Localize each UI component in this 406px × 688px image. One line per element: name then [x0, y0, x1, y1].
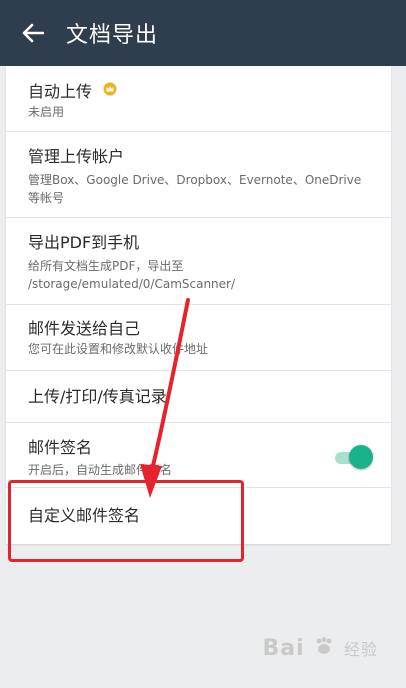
setting-subtitle: 未启用 — [28, 105, 65, 119]
setting-auto-upload[interactable]: 自动上传 未启用 — [6, 66, 391, 132]
setting-subtitle-line2: /storage/emulated/0/CamScanner/ — [28, 277, 236, 291]
setting-title: 自定义邮件签名 — [28, 506, 141, 525]
paw-icon — [305, 636, 344, 661]
setting-upload-print-fax-log[interactable]: 上传/打印/传真记录 — [6, 371, 391, 423]
settings-list: 自动上传 未启用 管理上传帐户 管理Box、Google Drive、Dropb… — [6, 66, 391, 544]
setting-manage-accounts[interactable]: 管理上传帐户 管理Box、Google Drive、Dropbox、Everno… — [6, 132, 391, 218]
email-signature-toggle[interactable] — [335, 445, 373, 469]
watermark: Bai 经验 — [262, 636, 378, 661]
setting-title: 上传/打印/传真记录 — [28, 387, 167, 406]
crown-icon — [103, 80, 117, 102]
back-button[interactable] — [0, 0, 66, 66]
setting-title: 自动上传 — [28, 82, 93, 101]
setting-custom-email-signature[interactable]: 自定义邮件签名 — [6, 488, 391, 544]
setting-title: 邮件发送给自己 — [28, 319, 141, 338]
setting-subtitle: 您可在此设置和修改默认收件地址 — [28, 342, 209, 356]
setting-subtitle-line1: 给所有文档生成PDF，导出至 — [28, 259, 184, 273]
page-title: 文档导出 — [66, 23, 159, 48]
setting-title: 导出PDF到手机 — [28, 233, 140, 252]
arrow-left-icon — [22, 23, 44, 43]
setting-email-signature[interactable]: 邮件签名 开启后，自动生成邮件签名 — [6, 423, 391, 488]
setting-subtitle-line1: 管理Box、Google Drive、Dropbox、Evernote、OneD… — [28, 173, 362, 187]
setting-subtitle-line2: 等帐号 — [28, 191, 65, 205]
setting-email-self[interactable]: 邮件发送给自己 您可在此设置和修改默认收件地址 — [6, 305, 391, 371]
app-bar: 文档导出 — [0, 0, 406, 66]
setting-export-pdf[interactable]: 导出PDF到手机 给所有文档生成PDF，导出至 /storage/emulate… — [6, 218, 391, 305]
setting-title: 管理上传帐户 — [28, 147, 125, 166]
